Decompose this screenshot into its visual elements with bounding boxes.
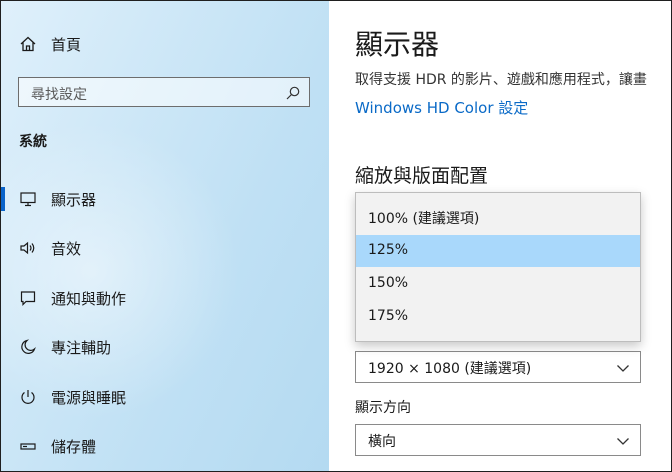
power-icon bbox=[21, 390, 35, 404]
hdr-color-settings-link[interactable]: Windows HD Color 設定 bbox=[355, 97, 528, 118]
scale-option-label: 100% (建議選項) bbox=[368, 211, 480, 227]
home-label: 首頁 bbox=[51, 36, 82, 54]
sidebar-item-label: 顯示器 bbox=[51, 191, 97, 209]
notification-icon bbox=[20, 291, 36, 306]
home-icon bbox=[20, 36, 36, 52]
monitor-icon bbox=[20, 192, 36, 207]
orientation-dropdown[interactable]: 橫向 bbox=[355, 424, 641, 456]
sidebar-item-storage[interactable]: 儲存體 bbox=[1, 426, 329, 466]
sidebar-item-sound[interactable]: 音效 bbox=[1, 228, 329, 268]
scale-layout-heading: 縮放與版面配置 bbox=[355, 165, 489, 187]
sidebar: 首頁 尋找設定 系統 顯示器 音效 通知與動作 專注輔助 電源與睡眠 儲存體 bbox=[1, 1, 329, 471]
scale-options-popup: 100% (建議選項) 125% 150% 175% bbox=[355, 192, 641, 342]
scale-option-label: 175% bbox=[368, 308, 409, 324]
resolution-dropdown[interactable]: 1920 × 1080 (建議選項) bbox=[355, 351, 641, 383]
sidebar-home[interactable]: 首頁 bbox=[1, 27, 329, 61]
sidebar-item-power-sleep[interactable]: 電源與睡眠 bbox=[1, 377, 329, 417]
resolution-value: 1920 × 1080 (建議選項) bbox=[368, 361, 532, 377]
main-content: 顯示器 取得支援 HDR 的影片、遊戲和應用程式，讓畫 Windows HD C… bbox=[329, 1, 671, 471]
sidebar-item-label: 電源與睡眠 bbox=[51, 389, 127, 407]
section-title: 系統 bbox=[19, 134, 47, 150]
storage-icon bbox=[20, 443, 36, 450]
speaker-icon bbox=[20, 241, 35, 255]
chevron-down-icon bbox=[617, 365, 629, 372]
sidebar-item-focus-assist[interactable]: 專注輔助 bbox=[1, 327, 329, 367]
search-icon bbox=[286, 86, 300, 100]
search-placeholder: 尋找設定 bbox=[31, 87, 87, 103]
scale-option-175[interactable]: 175% bbox=[356, 301, 640, 333]
scale-option-label: 150% bbox=[368, 275, 409, 291]
page-title: 顯示器 bbox=[355, 28, 440, 61]
scale-option-125[interactable]: 125% bbox=[356, 235, 640, 267]
moon-icon bbox=[21, 339, 36, 354]
sidebar-item-notifications[interactable]: 通知與動作 bbox=[1, 278, 329, 318]
orientation-value: 橫向 bbox=[368, 434, 396, 450]
scale-option-label: 125% bbox=[368, 242, 409, 258]
sidebar-item-display[interactable]: 顯示器 bbox=[1, 179, 329, 219]
chevron-down-icon bbox=[617, 438, 629, 445]
scale-option-150[interactable]: 150% bbox=[356, 268, 640, 300]
sidebar-item-label: 儲存體 bbox=[51, 438, 97, 456]
sidebar-item-label: 音效 bbox=[51, 240, 82, 258]
sidebar-item-label: 通知與動作 bbox=[51, 290, 127, 308]
orientation-label: 顯示方向 bbox=[355, 400, 411, 416]
search-input[interactable]: 尋找設定 bbox=[18, 77, 310, 107]
sidebar-item-label: 專注輔助 bbox=[51, 339, 112, 357]
hdr-description: 取得支援 HDR 的影片、遊戲和應用程式，讓畫 bbox=[355, 72, 647, 88]
settings-window: 首頁 尋找設定 系統 顯示器 音效 通知與動作 專注輔助 電源與睡眠 儲存體 顯… bbox=[0, 0, 672, 472]
scale-option-100[interactable]: 100% (建議選項) bbox=[356, 201, 640, 233]
